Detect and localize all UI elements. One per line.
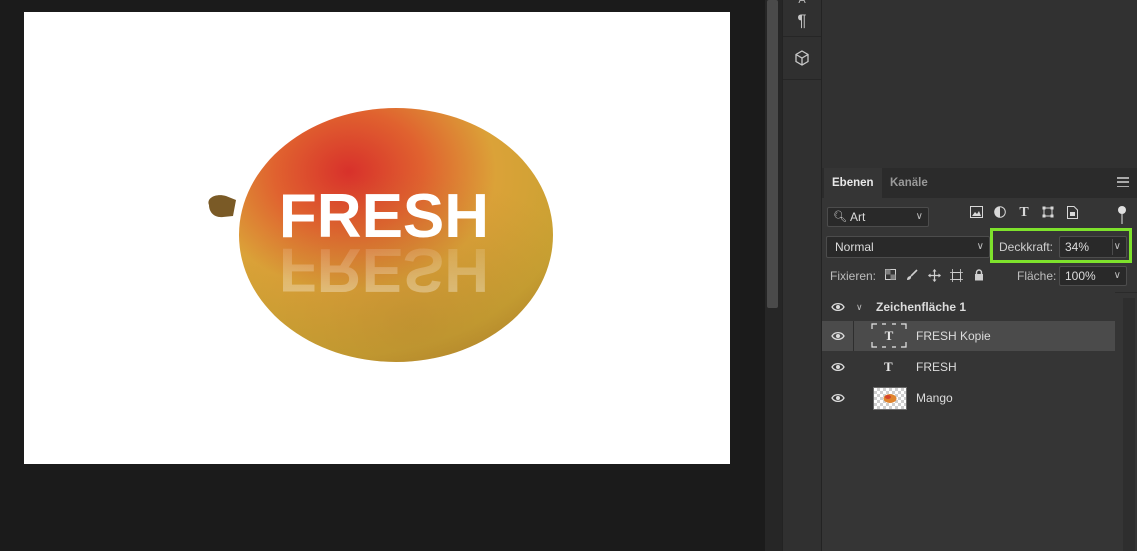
layer-name-fresh: FRESH xyxy=(916,360,957,374)
shape-filter-icon[interactable] xyxy=(1041,206,1055,220)
fresh-reflection-group: FRESH xyxy=(279,235,489,304)
layer-filter-label: Art xyxy=(850,210,866,224)
lock-label: Fixieren: xyxy=(830,269,877,283)
fill-value: 100% xyxy=(1065,269,1096,283)
lock-transparency-icon[interactable] xyxy=(883,269,897,283)
text-layer-thumbnail-icon: T xyxy=(871,323,907,348)
lock-artboard-icon[interactable] xyxy=(949,269,963,283)
blend-mode-value: Normal xyxy=(835,240,874,254)
tab-ebenen[interactable]: Ebenen xyxy=(824,168,882,198)
panel-dock-strip: A ¶ xyxy=(782,0,822,551)
mango-stem xyxy=(208,195,236,218)
text-layer-icon: T xyxy=(884,359,893,374)
svg-text:T: T xyxy=(885,328,894,343)
row-separator xyxy=(853,321,854,351)
adjustment-filter-icon[interactable] xyxy=(993,206,1007,220)
fill-label: Fläche: xyxy=(1017,269,1057,283)
fresh-reflection[interactable]: FRESH xyxy=(279,235,489,304)
visibility-eye-icon[interactable] xyxy=(831,330,845,342)
layers-panel: Ebenen Kanäle 🔍︎ Art ∨ T Normal ∨ Deckkr… xyxy=(822,168,1137,551)
vertical-scrollbar-thumb[interactable] xyxy=(767,0,778,308)
layer-row-fresh[interactable]: T FRESH xyxy=(822,352,1115,382)
smart-object-filter-icon[interactable] xyxy=(1065,206,1079,220)
visibility-eye-icon[interactable] xyxy=(831,301,845,313)
filter-toggle-switch[interactable] xyxy=(1118,206,1126,224)
blend-mode-select[interactable]: Normal ∨ xyxy=(826,236,990,258)
layer-name-artboard: Zeichenfläche 1 xyxy=(876,300,967,314)
layers-scrollbar[interactable] xyxy=(1123,298,1135,551)
chevron-down-icon[interactable]: ∨ xyxy=(1114,267,1121,285)
panel-menu-icon[interactable] xyxy=(1117,177,1129,187)
search-icon: 🔍︎ xyxy=(833,211,847,223)
3d-panel-icon[interactable] xyxy=(783,37,821,80)
visibility-eye-icon[interactable] xyxy=(831,361,845,373)
lock-position-icon[interactable] xyxy=(927,269,941,283)
layer-filter-select[interactable]: 🔍︎ Art ∨ xyxy=(827,207,929,227)
layer-row-mango[interactable]: Mango xyxy=(822,383,1115,413)
tab-kanaele[interactable]: Kanäle xyxy=(882,168,936,198)
type-filter-icon[interactable]: T xyxy=(1017,206,1031,220)
visibility-eye-icon[interactable] xyxy=(831,392,845,404)
chevron-down-icon: ∨ xyxy=(915,211,923,222)
layers-panel-tabbar: Ebenen Kanäle xyxy=(822,168,1137,198)
layer-row-fresh-kopie[interactable]: T FRESH Kopie xyxy=(822,321,1115,351)
layer-name-fresh-kopie: FRESH Kopie xyxy=(916,329,991,343)
mango-layer-thumbnail xyxy=(873,387,907,410)
chevron-down-icon: ∨ xyxy=(976,241,984,252)
paragraph-panel-icon[interactable]: ¶ xyxy=(783,6,821,37)
mango-artwork: FRESH FRESH xyxy=(208,108,553,362)
fill-input[interactable]: 100% ∨ xyxy=(1059,266,1127,286)
lock-image-icon[interactable] xyxy=(905,269,919,283)
opacity-highlight-box xyxy=(990,228,1132,263)
layer-row-artboard[interactable]: ∨ Zeichenfläche 1 xyxy=(822,292,1115,322)
upper-panel-area xyxy=(822,0,1137,168)
image-filter-icon[interactable] xyxy=(969,206,983,220)
document-canvas[interactable]: FRESH FRESH xyxy=(24,12,730,464)
layer-name-mango: Mango xyxy=(916,391,953,405)
lock-all-icon[interactable] xyxy=(972,269,986,283)
chevron-down-icon[interactable]: ∨ xyxy=(856,292,863,322)
